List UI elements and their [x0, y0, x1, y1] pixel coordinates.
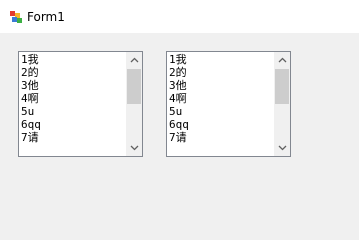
listbox-2[interactable]: 1我 2的 3他 4啊 5u 6qq 7请 [166, 51, 291, 157]
window-border-left [0, 33, 8, 218]
list-item[interactable]: 1我 [20, 53, 126, 66]
chevron-up-icon [278, 57, 286, 63]
chevron-up-icon [130, 57, 138, 63]
scroll-up-button[interactable] [126, 52, 142, 68]
scroll-down-button[interactable] [274, 140, 290, 156]
vertical-scrollbar[interactable] [274, 52, 290, 156]
list-item[interactable]: 6qq [20, 118, 126, 131]
vertical-scrollbar[interactable] [126, 52, 142, 156]
list-item[interactable]: 3他 [168, 79, 274, 92]
form-app-icon[interactable] [9, 9, 23, 23]
listbox-1[interactable]: 1我 2的 3他 4啊 5u 6qq 7请 [18, 51, 143, 157]
list-item[interactable]: 7请 [20, 131, 126, 144]
window-title: Form1 [27, 10, 65, 24]
list-item[interactable]: 6qq [168, 118, 274, 131]
list-item[interactable]: 4啊 [168, 92, 274, 105]
listbox-items: 1我 2的 3他 4啊 5u 6qq 7请 [168, 53, 274, 155]
window-border-right [351, 33, 359, 218]
main-window: Form1 1我 2的 3他 4啊 5u 6qq 7请 1我 2的 3他 4啊 … [0, 0, 359, 218]
chevron-down-icon [278, 145, 286, 151]
scroll-down-button[interactable] [126, 140, 142, 156]
list-item[interactable]: 7请 [168, 131, 274, 144]
scroll-thumb[interactable] [127, 69, 141, 104]
list-item[interactable]: 3他 [20, 79, 126, 92]
window-border-bottom [0, 210, 359, 218]
scroll-up-button[interactable] [274, 52, 290, 68]
scroll-thumb[interactable] [275, 69, 289, 104]
list-item[interactable]: 5u [20, 105, 126, 118]
list-item[interactable]: 5u [168, 105, 274, 118]
title-bar[interactable]: Form1 [0, 0, 359, 33]
listbox-items: 1我 2的 3他 4啊 5u 6qq 7请 [20, 53, 126, 155]
list-item[interactable]: 2的 [20, 66, 126, 79]
list-item[interactable]: 4啊 [20, 92, 126, 105]
list-item[interactable]: 1我 [168, 53, 274, 66]
list-item[interactable]: 2的 [168, 66, 274, 79]
chevron-down-icon [130, 145, 138, 151]
